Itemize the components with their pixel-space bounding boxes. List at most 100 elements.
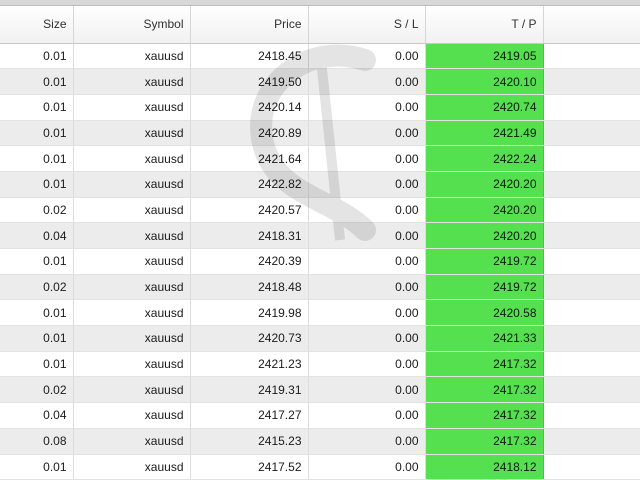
- cell-price: 2419.50: [190, 68, 309, 95]
- cell-stop-loss: 0.00: [308, 171, 426, 198]
- cell-empty: [543, 120, 640, 147]
- cell-size: 0.01: [0, 171, 74, 198]
- cell-empty: [543, 428, 640, 455]
- cell-empty: [543, 68, 640, 95]
- cell-size: 0.02: [0, 376, 74, 404]
- cell-symbol: xauusd: [73, 222, 191, 249]
- cell-symbol: xauusd: [73, 120, 191, 147]
- cell-take-profit: 2420.10: [425, 68, 544, 95]
- cell-symbol: xauusd: [73, 171, 191, 198]
- cell-size: 0.01: [0, 248, 74, 275]
- table-body: 0.01 xauusd 2418.45 0.00 2419.05 0.01 xauusd 24…: [0, 43, 640, 480]
- cell-size: 0.01: [0, 68, 74, 95]
- table-row[interactable]: 0.01 xauusd 2420.14 0.00 2420.74: [0, 94, 640, 121]
- cell-price: 2418.45: [190, 43, 309, 70]
- table-row[interactable]: 0.04 xauusd 2418.31 0.00 2420.20: [0, 222, 640, 249]
- table-row[interactable]: 0.02 xauusd 2418.48 0.00 2419.72: [0, 274, 640, 301]
- cell-empty: [543, 94, 640, 121]
- cell-symbol: xauusd: [73, 43, 191, 70]
- table-row[interactable]: 0.01 xauusd 2419.98 0.00 2420.58: [0, 299, 640, 327]
- cell-empty: [543, 197, 640, 224]
- cell-empty: [543, 325, 640, 352]
- cell-empty: [543, 43, 640, 70]
- table-row[interactable]: 0.01 xauusd 2420.39 0.00 2419.72: [0, 248, 640, 275]
- cell-take-profit: 2419.72: [425, 274, 544, 301]
- cell-stop-loss: 0.00: [308, 299, 426, 327]
- cell-take-profit: 2419.05: [425, 43, 544, 70]
- table-row[interactable]: 0.01 xauusd 2419.50 0.00 2420.10: [0, 68, 640, 95]
- table-row[interactable]: 0.01 xauusd 2421.23 0.00 2417.32: [0, 351, 640, 378]
- table-row[interactable]: 0.01 xauusd 2418.45 0.00 2419.05: [0, 43, 640, 70]
- cell-size: 0.01: [0, 94, 74, 121]
- cell-size: 0.02: [0, 274, 74, 301]
- cell-size: 0.01: [0, 43, 74, 70]
- cell-symbol: xauusd: [73, 145, 191, 172]
- cell-stop-loss: 0.00: [308, 428, 426, 455]
- cell-size: 0.01: [0, 120, 74, 147]
- column-header-sl[interactable]: S / L: [308, 6, 426, 44]
- cell-price: 2418.31: [190, 222, 309, 249]
- cell-empty: [543, 222, 640, 249]
- cell-price: 2417.27: [190, 402, 309, 429]
- cell-price: 2418.48: [190, 274, 309, 301]
- table-row[interactable]: 0.01 xauusd 2417.52 0.00 2418.12: [0, 454, 640, 480]
- cell-take-profit: 2417.32: [425, 351, 544, 378]
- cell-stop-loss: 0.00: [308, 222, 426, 249]
- cell-take-profit: 2417.32: [425, 376, 544, 404]
- cell-symbol: xauusd: [73, 351, 191, 378]
- cell-empty: [543, 454, 640, 480]
- cell-symbol: xauusd: [73, 428, 191, 455]
- table-row[interactable]: 0.01 xauusd 2421.64 0.00 2422.24: [0, 145, 640, 172]
- table-row[interactable]: 0.02 xauusd 2419.31 0.00 2417.32: [0, 376, 640, 404]
- cell-take-profit: 2420.20: [425, 222, 544, 249]
- cell-stop-loss: 0.00: [308, 68, 426, 95]
- cell-price: 2419.31: [190, 376, 309, 404]
- cell-stop-loss: 0.00: [308, 454, 426, 480]
- cell-size: 0.04: [0, 402, 74, 429]
- cell-stop-loss: 0.00: [308, 145, 426, 172]
- cell-empty: [543, 248, 640, 275]
- cell-stop-loss: 0.00: [308, 197, 426, 224]
- table-row[interactable]: 0.04 xauusd 2417.27 0.00 2417.32: [0, 402, 640, 429]
- column-header-price[interactable]: Price: [190, 6, 309, 44]
- trade-orders-table: Size Symbol Price S / L T / P 0.01 xauusd…: [0, 6, 640, 480]
- table-row[interactable]: 0.08 xauusd 2415.23 0.00 2417.32: [0, 428, 640, 455]
- cell-price: 2415.23: [190, 428, 309, 455]
- cell-take-profit: 2417.32: [425, 428, 544, 455]
- cell-take-profit: 2419.72: [425, 248, 544, 275]
- column-header-symbol[interactable]: Symbol: [73, 6, 191, 44]
- column-header-size[interactable]: Size: [0, 6, 74, 44]
- cell-take-profit: 2421.49: [425, 120, 544, 147]
- cell-price: 2420.73: [190, 325, 309, 352]
- cell-take-profit: 2420.20: [425, 197, 544, 224]
- table-row[interactable]: 0.01 xauusd 2420.89 0.00 2421.49: [0, 120, 640, 147]
- cell-size: 0.01: [0, 145, 74, 172]
- cell-take-profit: 2420.58: [425, 299, 544, 327]
- cell-price: 2417.52: [190, 454, 309, 480]
- cell-price: 2422.82: [190, 171, 309, 198]
- cell-empty: [543, 402, 640, 429]
- table-row[interactable]: 0.01 xauusd 2420.73 0.00 2421.33: [0, 325, 640, 352]
- cell-stop-loss: 0.00: [308, 376, 426, 404]
- cell-take-profit: 2420.20: [425, 171, 544, 198]
- cell-symbol: xauusd: [73, 68, 191, 95]
- cell-symbol: xauusd: [73, 274, 191, 301]
- cell-stop-loss: 0.00: [308, 351, 426, 378]
- cell-price: 2420.57: [190, 197, 309, 224]
- cell-empty: [543, 299, 640, 327]
- cell-take-profit: 2418.12: [425, 454, 544, 480]
- cell-size: 0.08: [0, 428, 74, 455]
- cell-symbol: xauusd: [73, 94, 191, 121]
- table-row[interactable]: 0.01 xauusd 2422.82 0.00 2420.20: [0, 171, 640, 198]
- column-header-tp[interactable]: T / P: [425, 6, 544, 44]
- cell-empty: [543, 145, 640, 172]
- cell-stop-loss: 0.00: [308, 325, 426, 352]
- cell-symbol: xauusd: [73, 248, 191, 275]
- cell-stop-loss: 0.00: [308, 120, 426, 147]
- cell-symbol: xauusd: [73, 325, 191, 352]
- cell-size: 0.01: [0, 325, 74, 352]
- cell-price: 2421.64: [190, 145, 309, 172]
- table-row[interactable]: 0.02 xauusd 2420.57 0.00 2420.20: [0, 197, 640, 224]
- cell-size: 0.01: [0, 299, 74, 327]
- cell-take-profit: 2420.74: [425, 94, 544, 121]
